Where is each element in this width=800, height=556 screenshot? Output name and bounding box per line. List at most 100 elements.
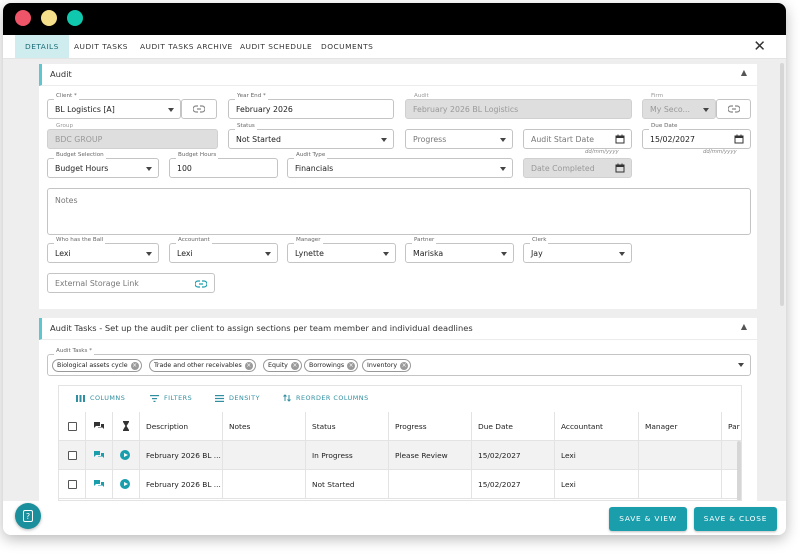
calendar-icon[interactable] — [615, 134, 625, 144]
audit-tasks-panel-header[interactable]: Audit Tasks - Set up the audit per clien… — [39, 318, 757, 340]
save-and-close-button[interactable]: Save & Close — [694, 507, 777, 531]
chevron-down-icon[interactable] — [738, 363, 744, 367]
budget-hours-value: 100 — [177, 164, 192, 173]
partner-value: Mariska — [413, 249, 444, 258]
window-titlebar — [3, 3, 786, 35]
reorder-icon — [283, 394, 291, 402]
task-chip[interactable]: Inventory × — [362, 359, 412, 372]
tab-documents[interactable]: Documents — [311, 35, 383, 58]
column-header-due-date[interactable]: Due Date — [472, 412, 555, 441]
audit-type-value: Financials — [295, 164, 334, 173]
page-scrollbar[interactable] — [780, 63, 784, 306]
chip-remove-icon[interactable]: × — [347, 362, 356, 370]
task-chip[interactable]: Biological assets cycle × — [52, 359, 142, 372]
play-icon[interactable] — [120, 450, 130, 460]
close-icon[interactable]: ✕ — [753, 38, 766, 54]
chip-remove-icon[interactable]: × — [400, 362, 409, 370]
date-completed-field: Date Completed — [523, 158, 632, 178]
comments-icon — [94, 422, 104, 429]
audit-type-select[interactable]: Audit Type Financials — [287, 151, 513, 178]
chip-remove-icon[interactable]: × — [244, 362, 253, 370]
external-storage-link-field[interactable]: External Storage Link — [47, 273, 215, 293]
column-header-partner[interactable]: Par — [722, 412, 741, 441]
progress-select[interactable]: Progress — [405, 129, 513, 149]
chip-remove-icon[interactable]: × — [290, 362, 299, 370]
columns-button[interactable]: Columns — [76, 394, 125, 402]
minimize-window-button[interactable] — [41, 10, 57, 26]
manager-label: Manager — [294, 236, 323, 244]
audit-name-value: February 2026 BL Logistics — [413, 105, 519, 114]
play-icon[interactable] — [120, 479, 130, 489]
partner-select[interactable]: Partner Mariska — [405, 236, 514, 263]
who-has-ball-value: Lexi — [55, 249, 71, 258]
row-notes — [223, 441, 306, 470]
chip-remove-icon[interactable]: × — [130, 362, 139, 370]
row-checkbox[interactable] — [68, 451, 77, 460]
audit-start-date-field[interactable]: Audit Start Date — [523, 129, 632, 149]
tab-audit-tasks-archive[interactable]: Audit Tasks Archive — [130, 35, 243, 58]
row-status: Not Started — [306, 470, 389, 499]
clerk-select[interactable]: Clerk Jay — [523, 236, 632, 263]
notes-textarea[interactable]: Notes — [47, 188, 751, 235]
budget-hours-field[interactable]: Budget Hours 100 — [169, 151, 278, 178]
comments-icon[interactable] — [94, 451, 104, 460]
budget-selection-select[interactable]: Budget Selection Budget Hours — [47, 151, 159, 178]
row-checkbox[interactable] — [68, 480, 77, 489]
select-all-checkbox[interactable] — [68, 422, 77, 431]
grid-scrollbar[interactable] — [737, 441, 741, 500]
tab-audit-tasks[interactable]: Audit Tasks — [64, 35, 138, 58]
status-select[interactable]: Status Not Started — [228, 122, 394, 149]
column-header-accountant[interactable]: Accountant — [555, 412, 639, 441]
row-manager — [639, 470, 722, 499]
table-row[interactable]: February 2026 BL ... In Progress Please … — [59, 441, 741, 470]
client-label: Client * — [54, 92, 79, 100]
client-link-button[interactable] — [181, 99, 217, 119]
reorder-columns-button[interactable]: Reorder Columns — [283, 394, 369, 402]
calendar-icon — [615, 163, 625, 173]
chevron-down-icon — [703, 108, 709, 112]
who-has-ball-select[interactable]: Who has the Ball Lexi — [47, 236, 159, 263]
link-icon[interactable] — [195, 280, 207, 288]
grid-header-row: Description Notes Status Progress Due Da… — [59, 412, 741, 441]
save-and-view-button[interactable]: Save & View — [609, 507, 687, 531]
filters-button[interactable]: Filters — [150, 394, 192, 402]
column-header-description[interactable]: Description — [140, 412, 223, 441]
chevron-down-icon — [500, 167, 506, 171]
density-button[interactable]: Density — [215, 394, 260, 402]
link-icon — [727, 105, 740, 113]
calendar-icon[interactable] — [734, 134, 744, 144]
due-date-field[interactable]: Due Date 15/02/2027 — [642, 122, 751, 149]
maximize-window-button[interactable] — [67, 10, 83, 26]
comments-icon[interactable] — [94, 480, 104, 489]
collapse-caret-icon[interactable]: ▲ — [741, 322, 747, 331]
task-chip[interactable]: Borrowings × — [304, 359, 359, 372]
firm-label: Firm — [651, 93, 664, 99]
table-row[interactable]: February 2026 BL ... Not Started 15/02/2… — [59, 470, 741, 499]
hourglass-icon — [123, 421, 129, 431]
manager-select[interactable]: Manager Lynette — [287, 236, 396, 263]
audit-type-label: Audit Type — [294, 151, 328, 159]
task-chip[interactable]: Trade and other receivables × — [149, 359, 256, 372]
collapse-caret-icon[interactable]: ▲ — [741, 68, 747, 77]
help-button[interactable]: ? — [15, 503, 41, 529]
filter-icon — [150, 394, 159, 402]
audit-panel-header[interactable]: Audit ▲ — [39, 64, 757, 86]
year-end-field[interactable]: Year End * February 2026 — [228, 92, 394, 119]
accountant-select[interactable]: Accountant Lexi — [169, 236, 278, 263]
close-window-button[interactable] — [15, 10, 31, 26]
chip-label: Biological assets cycle — [57, 362, 128, 369]
row-due-date: 15/02/2027 — [472, 441, 555, 470]
firm-link-button[interactable] — [716, 99, 751, 119]
task-chip[interactable]: Equity × — [263, 359, 302, 372]
column-header-notes[interactable]: Notes — [223, 412, 306, 441]
column-header-manager[interactable]: Manager — [639, 412, 722, 441]
audit-tasks-select[interactable]: Audit Tasks * Biological assets cycle × T… — [47, 347, 751, 376]
column-header-progress[interactable]: Progress — [389, 412, 472, 441]
group-value: BDC GROUP — [55, 135, 103, 144]
column-header-status[interactable]: Status — [306, 412, 389, 441]
tab-details[interactable]: Details — [15, 35, 69, 58]
tab-audit-schedule[interactable]: Audit Schedule — [230, 35, 322, 58]
firm-select: Firm My Seco... — [642, 93, 716, 119]
timer-header-cell — [113, 412, 140, 441]
client-select[interactable]: Client * BL Logistics [A] — [47, 92, 181, 119]
